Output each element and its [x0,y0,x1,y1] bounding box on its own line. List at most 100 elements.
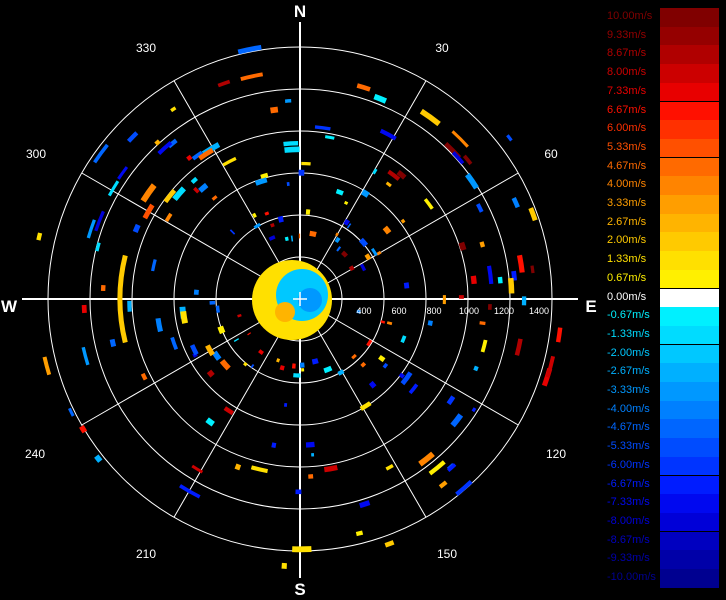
echo-segment [480,339,488,353]
legend-swatch [660,195,719,214]
echo-segment [94,454,103,463]
echo-segment [205,417,215,427]
legend-swatch [660,456,719,476]
echo-segment [191,464,204,474]
echo-segment [419,108,441,127]
legend-label: -0.67m/s [607,309,650,322]
echo-segment [400,218,406,224]
echo-segment [438,480,448,489]
legend-entry: 1.33m/s [605,251,721,270]
legend-swatch [660,82,719,102]
compass-east: E [585,297,596,316]
legend-label: -7.33m/s [607,496,650,509]
legend-swatch [660,176,719,195]
echo-segment [234,463,242,471]
legend-swatch [660,419,719,438]
echo-segment [229,229,236,235]
echo-segment [336,246,342,252]
echo-segment [530,265,535,274]
legend-swatch [660,531,719,551]
velocity-color-legend: 10.00m/s 9.33m/s 8.67m/s 8.00m/s 7.33m/s 6.67… [605,8,721,592]
echo-segment [358,237,369,248]
bearing-spoke [299,298,519,426]
legend-label: 10.00m/s [607,10,653,22]
legend-swatch [660,512,719,532]
legend-entry: -5.33m/s [605,438,721,457]
legend-label: -8.67m/s [607,533,650,546]
echo-segment [93,143,109,164]
echo-segment [140,183,157,203]
radar-display[interactable]: N S W E 30 60 120 150 210 240 300 330 400 600 800 1000 1… [0,0,600,600]
legend-swatch [660,344,719,364]
echo-segment [346,223,352,229]
echo-segment [284,236,289,242]
echo-segment [368,380,377,389]
echo-segment [387,169,401,181]
echo-segment [190,176,198,185]
echo-segment [250,364,255,369]
echo-segment [189,344,199,356]
legend-swatch [660,382,719,401]
legend-label: 8.67m/s [607,47,647,60]
legend-entry: 7.33m/s [605,82,721,102]
legend-entry: 5.33m/s [605,138,721,158]
echo-segment [385,463,394,471]
echo-segment [373,93,388,104]
echo-segment [514,338,523,356]
echo-segment [355,530,364,537]
echo-segment [68,407,75,417]
echo-segment [126,131,139,143]
echo-segment [545,355,556,378]
legend-label: -1.33m/s [607,327,650,340]
legend-label: -4.67m/s [607,421,650,434]
legend-label: 6.00m/s [607,122,647,135]
echo-segment [446,395,456,406]
echo-segment [376,250,382,256]
echo-segment [497,276,503,284]
legend-entry: 6.00m/s [605,120,721,139]
legend-label: 9.33m/s [607,28,647,41]
legend-swatch [660,438,719,457]
echo-segment [157,141,173,155]
legend-entry: -6.67m/s [605,475,721,495]
bearing-label-120: 120 [546,447,566,461]
echo-segment [323,365,333,374]
echo-segment [95,242,101,252]
echo-segment [211,350,222,361]
echo-segment [343,200,349,205]
legend-label: 0.00m/s [607,290,647,303]
echo-segment [427,320,433,326]
echo-segment [250,465,268,474]
echo-segment [155,317,163,333]
echo-segment [360,189,370,198]
echo-segment [79,425,88,434]
echo-segment [379,128,397,141]
echo-segment [284,146,300,153]
legend-label: 2.67m/s [607,215,647,228]
near-field-core [275,302,295,322]
echo-segment [217,79,231,88]
compass-west: W [1,297,18,316]
legend-label: 7.33m/s [607,84,647,97]
echo-segment [240,72,264,81]
echo-segment [334,236,341,244]
legend-swatch [660,157,719,177]
echo-segment [179,484,201,499]
echo-segment [335,188,344,196]
legend-label: -4.00m/s [607,402,650,415]
echo-segment [471,407,477,413]
legend-entry: 4.00m/s [605,176,721,195]
legend-label: -8.00m/s [607,514,650,527]
range-label-1200: 1200 [494,306,514,316]
bearing-label-240: 240 [25,447,45,461]
echo-segment [36,232,43,241]
echo-segment [386,321,393,326]
echo-segment [360,361,367,368]
echo-segment [154,139,161,146]
legend-entry: -8.00m/s [605,512,721,532]
echo-segment [364,253,372,261]
echo-segment [264,211,270,216]
echo-segment [198,182,209,193]
echo-segment [151,259,157,272]
bearing-label-60: 60 [544,147,558,161]
